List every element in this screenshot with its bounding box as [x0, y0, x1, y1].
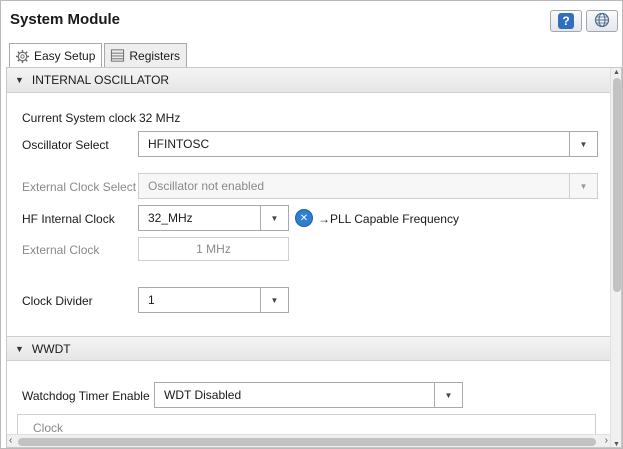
watchdog-enable-label: Watchdog Timer Enable	[22, 389, 150, 403]
internal-oscillator-header[interactable]: ▼ INTERNAL OSCILLATOR	[7, 68, 610, 93]
help-button[interactable]: ?	[550, 10, 582, 32]
current-clock-value: 32 MHz	[139, 111, 181, 125]
oscillator-select-value: HFINTOSC	[148, 137, 210, 151]
tab-easy-setup[interactable]: Easy Setup	[9, 43, 103, 68]
gear-icon	[15, 49, 30, 64]
tab-easy-setup-label: Easy Setup	[34, 49, 96, 63]
hf-internal-clock-value: 32_MHz	[148, 211, 193, 225]
oscillator-select-arrow[interactable]: ▼	[569, 132, 597, 156]
chevron-down-icon: ▼	[579, 181, 588, 191]
chevron-down-icon: ▼	[579, 139, 588, 149]
horizontal-scroll-thumb[interactable]	[18, 438, 596, 446]
internal-oscillator-title: INTERNAL OSCILLATOR	[31, 73, 170, 87]
clock-divider-arrow[interactable]: ▼	[260, 288, 288, 312]
tab-registers[interactable]: Registers	[104, 43, 188, 67]
horizontal-scrollbar[interactable]: ‹ ›	[7, 434, 610, 447]
system-module-window: System Module ? Easy Setup Registers ▼ I…	[0, 0, 623, 449]
collapse-arrow-icon: ▼	[15, 343, 24, 354]
watchdog-enable-dropdown[interactable]: WDT Disabled ▼	[154, 382, 463, 408]
watchdog-enable-value: WDT Disabled	[164, 388, 242, 402]
oscillator-select-label: Oscillator Select	[22, 138, 109, 152]
clock-group-label: Clock	[33, 421, 64, 435]
list-icon	[110, 48, 125, 63]
wwdt-title: WWDT	[31, 341, 71, 356]
external-clock-select-label: External Clock Select	[22, 180, 137, 194]
watchdog-enable-arrow[interactable]: ▼	[434, 383, 462, 407]
chevron-down-icon: ▼	[270, 213, 279, 223]
external-clock-select-value: Oscillator not enabled	[148, 179, 265, 193]
collapse-arrow-icon: ▼	[15, 75, 24, 85]
tab-registers-label: Registers	[129, 48, 181, 63]
clock-divider-label: Clock Divider	[22, 294, 93, 308]
title-bar: System Module ?	[1, 1, 622, 39]
scroll-left-icon[interactable]: ‹	[9, 435, 12, 446]
chevron-down-icon: ▼	[270, 295, 279, 305]
pll-info-icon: ✕	[295, 209, 313, 227]
external-clock-label: External Clock	[22, 243, 100, 257]
scroll-right-icon[interactable]: ›	[605, 435, 608, 446]
hf-internal-clock-arrow[interactable]: ▼	[260, 206, 288, 230]
chevron-down-icon: ▼	[444, 390, 453, 400]
globe-icon	[594, 12, 610, 31]
external-clock-select-arrow[interactable]: ▼	[569, 174, 597, 198]
wwdt-header[interactable]: ▼ WWDT	[7, 336, 610, 361]
current-clock-label: Current System clock	[22, 111, 137, 125]
oscillator-select-dropdown[interactable]: HFINTOSC ▼	[138, 131, 598, 157]
pll-capable-note: →PLL Capable Frequency	[318, 212, 459, 226]
tab-strip: Easy Setup Registers	[9, 43, 189, 68]
clock-divider-value: 1	[148, 293, 155, 307]
vertical-scrollbar[interactable]: ▲ ▼	[610, 68, 621, 447]
easy-setup-panel: ▼ INTERNAL OSCILLATOR Current System clo…	[6, 67, 622, 448]
globe-button[interactable]	[586, 10, 618, 32]
hf-internal-clock-label: HF Internal Clock	[22, 212, 115, 226]
help-icon: ?	[558, 13, 574, 29]
scroll-up-icon[interactable]: ▲	[613, 69, 620, 76]
hf-internal-clock-dropdown[interactable]: 32_MHz ▼	[138, 205, 289, 231]
external-clock-select-dropdown[interactable]: Oscillator not enabled ▼	[138, 173, 598, 199]
clock-divider-dropdown[interactable]: 1 ▼	[138, 287, 289, 313]
window-title: System Module	[10, 11, 121, 28]
scroll-down-icon[interactable]: ▼	[613, 441, 620, 447]
external-clock-field[interactable]: 1 MHz	[138, 237, 289, 261]
vertical-scroll-thumb[interactable]	[613, 78, 621, 292]
